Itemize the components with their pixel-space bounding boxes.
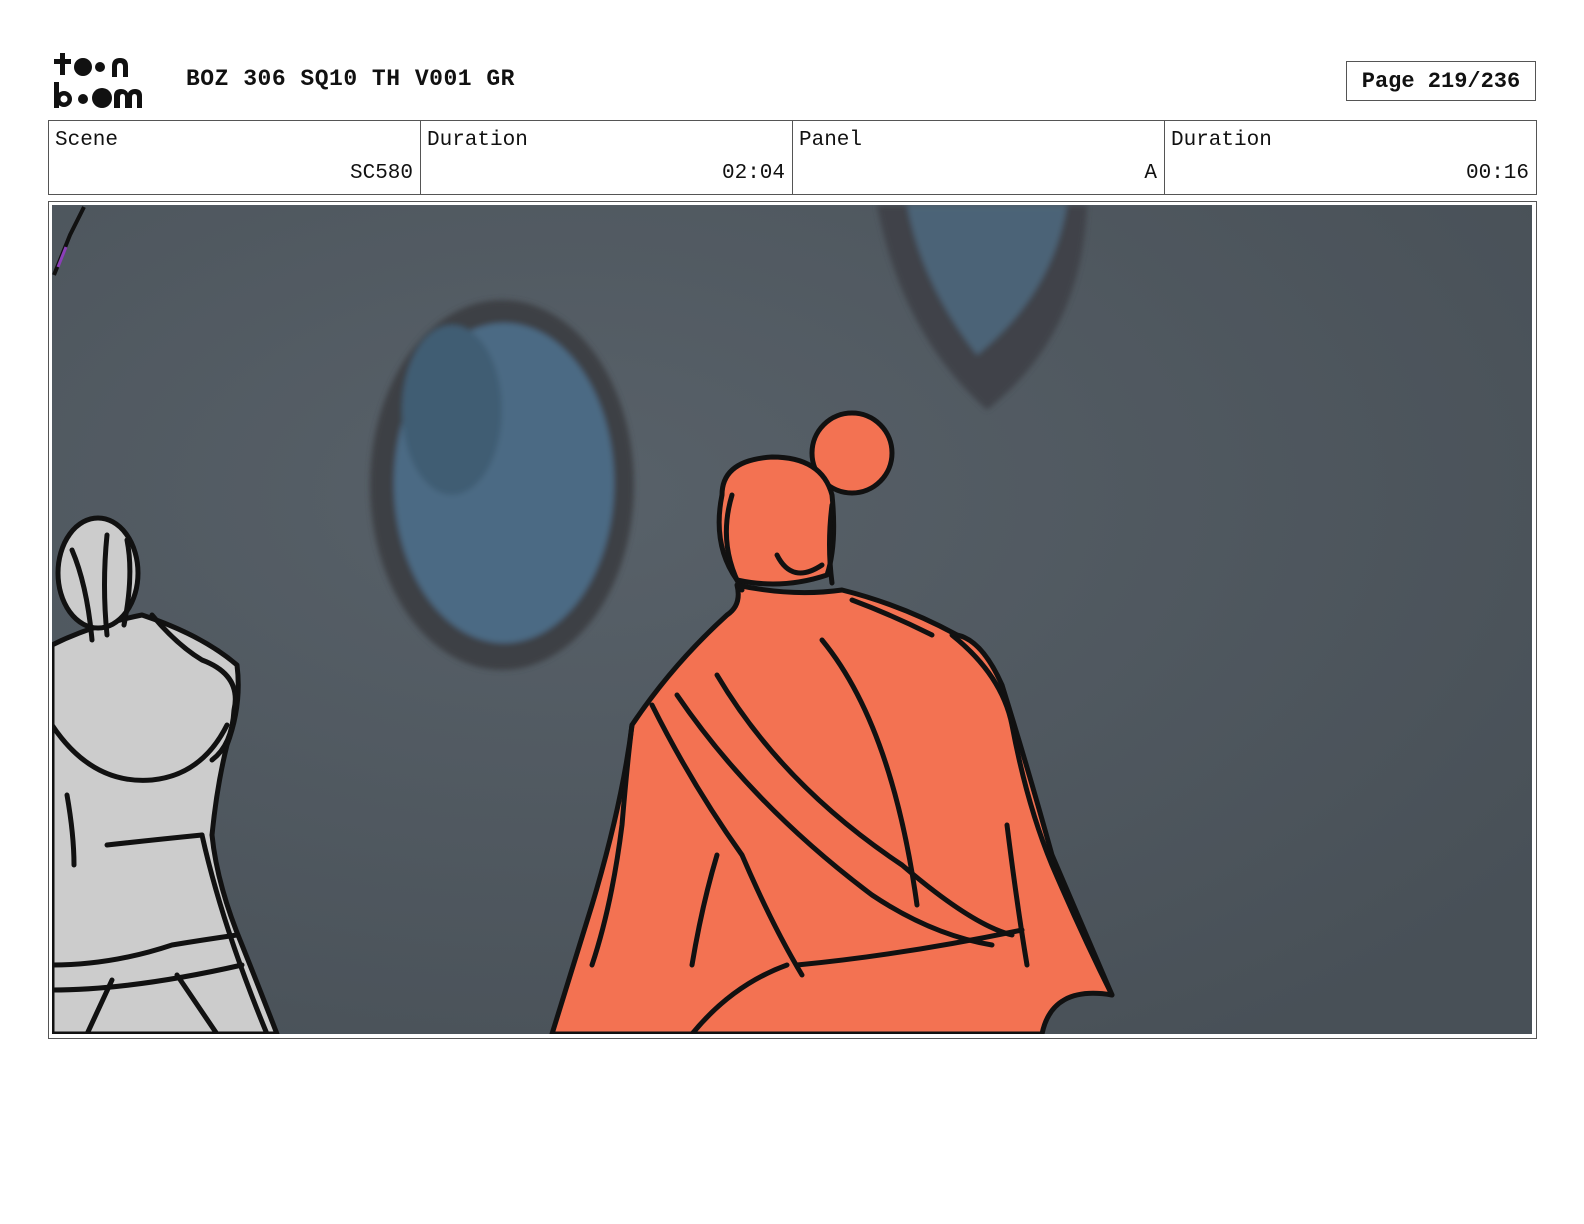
page-number: Page 219/236 <box>1346 61 1536 101</box>
panel-duration-label: Duration <box>1171 129 1272 152</box>
porthole-window <box>370 300 634 670</box>
panel-duration-value: 00:16 <box>1465 162 1529 185</box>
scene-cell: Scene SC580 <box>49 121 421 194</box>
panel-duration-cell: Duration 00:16 <box>1165 121 1536 194</box>
info-table: Scene SC580 Duration 02:04 Panel A Durat… <box>48 120 1537 195</box>
project-title: BOZ 306 SQ10 TH V001 GR <box>186 66 515 92</box>
scene-duration-cell: Duration 02:04 <box>421 121 793 194</box>
scene-value: SC580 <box>349 162 413 185</box>
toon-boom-logo <box>52 50 164 112</box>
scene-duration-label: Duration <box>427 129 528 152</box>
panel-label: Panel <box>799 129 863 152</box>
scene-label: Scene <box>55 129 119 152</box>
panel-drawing <box>52 205 1532 1034</box>
panel-value: A <box>1144 162 1157 185</box>
storyboard-panel <box>48 201 1537 1039</box>
scene-duration-value: 02:04 <box>721 162 785 185</box>
panel-cell: Panel A <box>793 121 1165 194</box>
toon-boom-logo-icon <box>54 53 142 108</box>
